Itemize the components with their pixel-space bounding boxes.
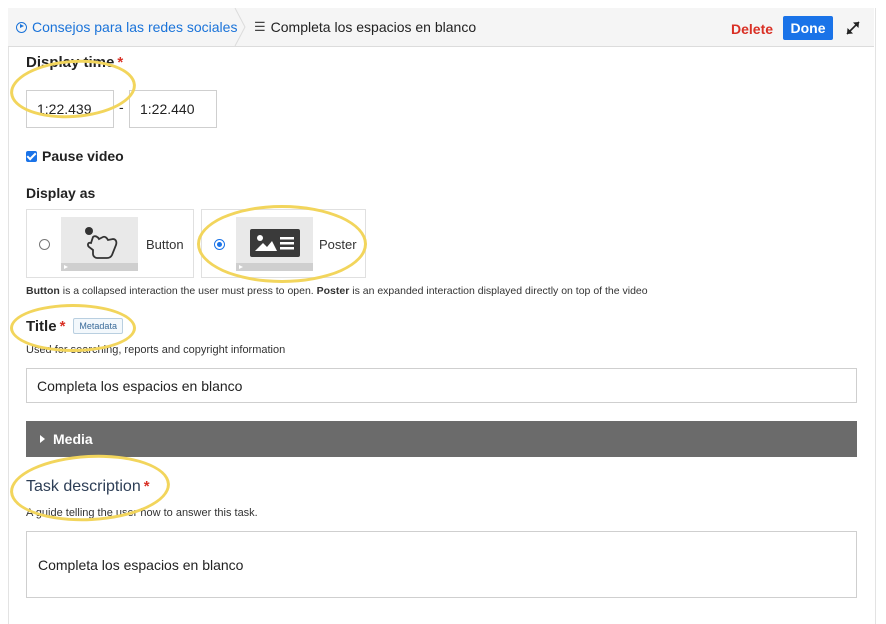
task-description-editor[interactable]: Completa los espacios en blanco: [26, 531, 857, 598]
breadcrumb-parent[interactable]: Consejos para las redes sociales: [16, 8, 237, 46]
help-poster-text: is an expanded interaction displayed dir…: [349, 285, 648, 297]
title-label-text: Title: [26, 318, 57, 335]
display-as-label: Display as: [26, 185, 96, 201]
display-as-button-option[interactable]: Button: [26, 209, 194, 278]
time-range-separator: -: [119, 99, 124, 115]
expand-icon[interactable]: [844, 19, 862, 37]
breadcrumb-current-label: Completa los espacios en blanco: [270, 19, 477, 35]
breadcrumb-separator: [234, 8, 246, 46]
metadata-badge: Metadata: [73, 318, 123, 335]
display-time-label: Display time *: [26, 54, 123, 71]
task-description-label-text: Task description: [26, 478, 141, 495]
editor-header: Consejos para las redes sociales ☰ Compl…: [8, 8, 874, 47]
breadcrumb-parent-label: Consejos para las redes sociales: [32, 19, 238, 35]
display-time-label-text: Display time: [26, 54, 115, 71]
poster-radio[interactable]: [214, 239, 225, 250]
title-label: Title * Metadata: [26, 318, 123, 335]
caret-right-icon: [40, 435, 45, 443]
display-as-help-text: Button is a collapsed interaction the us…: [26, 285, 648, 297]
display-time-end-input[interactable]: 1:22.440: [129, 90, 217, 128]
pause-video-label[interactable]: Pause video: [42, 148, 124, 164]
poster-option-label: Poster: [319, 237, 357, 252]
help-poster-term: Poster: [316, 285, 350, 297]
poster-image-icon: [250, 229, 300, 257]
pause-video-checkbox[interactable]: [26, 151, 37, 162]
help-button-term: Button: [26, 285, 60, 297]
button-option-label: Button: [146, 237, 184, 252]
thumbnail-play-bar: [61, 263, 138, 271]
required-marker: *: [143, 478, 150, 495]
required-marker: *: [59, 318, 66, 335]
required-marker: *: [117, 54, 124, 71]
media-section-toggle[interactable]: Media: [26, 421, 857, 457]
help-button-text: is a collapsed interaction the user must…: [59, 285, 317, 297]
thumbnail-play-bar: [236, 263, 313, 271]
poster-thumbnail: [236, 217, 313, 271]
button-radio[interactable]: [39, 239, 50, 250]
done-button[interactable]: Done: [783, 16, 833, 40]
breadcrumb-current: ☰ Completa los espacios en blanco: [254, 8, 476, 46]
touch-hand-icon: [85, 227, 118, 259]
delete-button[interactable]: Delete: [731, 21, 773, 37]
button-thumbnail: [61, 217, 138, 271]
media-label: Media: [53, 431, 93, 447]
task-description-help: A guide telling the user how to answer t…: [26, 507, 258, 519]
fill-in-blanks-icon: ☰: [254, 19, 266, 34]
play-circle-icon: [16, 21, 27, 33]
title-input[interactable]: Completa los espacios en blanco: [26, 368, 857, 403]
task-description-label: Task description *: [26, 478, 150, 496]
display-time-start-input[interactable]: 1:22.439: [26, 90, 114, 128]
title-description: Used for searching, reports and copyrigh…: [26, 344, 286, 356]
display-as-poster-option[interactable]: Poster: [201, 209, 366, 278]
